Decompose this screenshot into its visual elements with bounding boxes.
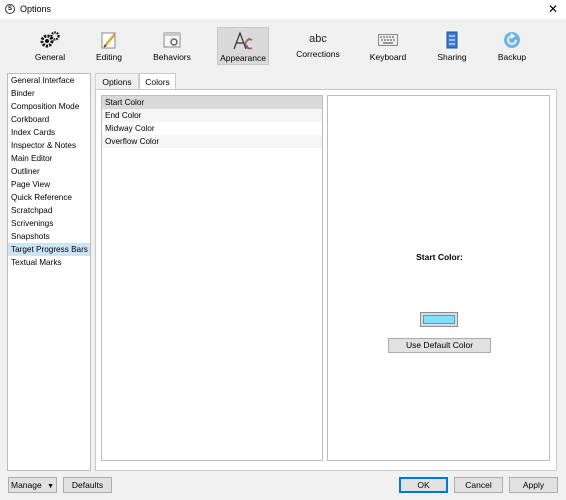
- defaults-button[interactable]: Defaults: [63, 477, 112, 493]
- toolbar-backup[interactable]: Backup: [493, 27, 531, 65]
- sidebar-item-scrivenings[interactable]: Scrivenings: [8, 217, 90, 230]
- gear-icon: [40, 31, 60, 48]
- ok-button[interactable]: OK: [399, 477, 448, 493]
- sidebar-item-quick-reference[interactable]: Quick Reference: [8, 191, 90, 204]
- pencil-paper-icon: [101, 32, 116, 49]
- use-default-color-button[interactable]: Use Default Color: [388, 338, 491, 353]
- sharing-icon: [446, 31, 458, 49]
- toolbar-general[interactable]: General: [30, 27, 70, 65]
- window-title: Options: [20, 4, 52, 14]
- sidebar-item-snapshots[interactable]: Snapshots: [8, 230, 90, 243]
- toolbar-label: General: [34, 52, 66, 62]
- toolbar-label: Corrections: [296, 49, 340, 59]
- toolbar-sharing[interactable]: Sharing: [433, 27, 471, 65]
- color-detail-panel: Start Color: Use Default Color: [327, 95, 550, 461]
- toolbar: General Editing Behaviors Appearance abc…: [0, 19, 566, 69]
- sidebar-item-outliner[interactable]: Outliner: [8, 165, 90, 178]
- toolbar-label: Editing: [96, 52, 122, 62]
- list-item-start-color[interactable]: Start Color: [102, 96, 322, 109]
- color-swatch-fill: [423, 315, 455, 324]
- sidebar-item-index-cards[interactable]: Index Cards: [8, 126, 90, 139]
- toolbar-corrections[interactable]: abc Corrections: [293, 27, 343, 65]
- abc-icon: abc: [309, 33, 327, 45]
- list-item-midway-color[interactable]: Midway Color: [102, 122, 322, 135]
- sidebar-item-target-progress-bars[interactable]: Target Progress Bars: [8, 243, 90, 256]
- sidebar-item-corkboard[interactable]: Corkboard: [8, 113, 90, 126]
- toolbar-label: Backup: [497, 52, 527, 62]
- sidebar-item-textual-marks[interactable]: Textual Marks: [8, 256, 90, 269]
- toolbar-label: Sharing: [437, 52, 467, 62]
- color-list: Start Color End Color Midway Color Overf…: [101, 95, 323, 461]
- color-detail-title: Start Color:: [416, 252, 463, 262]
- toolbar-label: Behaviors: [153, 52, 191, 62]
- tab-colors[interactable]: Colors: [139, 73, 176, 89]
- close-icon[interactable]: ✕: [548, 2, 558, 16]
- title-bar: S Options ✕: [0, 0, 566, 19]
- sidebar-item-binder[interactable]: Binder: [8, 87, 90, 100]
- sidebar-item-scratchpad[interactable]: Scratchpad: [8, 204, 90, 217]
- toolbar-label: Keyboard: [369, 52, 407, 62]
- keyboard-icon: [378, 34, 398, 46]
- cancel-button[interactable]: Cancel: [454, 477, 503, 493]
- color-swatch-button[interactable]: [420, 312, 458, 327]
- app-icon: S: [5, 4, 15, 14]
- manage-button[interactable]: Manage ▼: [8, 477, 57, 493]
- sidebar-item-general-interface[interactable]: General Interface: [8, 74, 90, 87]
- toolbar-editing[interactable]: Editing: [90, 27, 128, 65]
- sidebar: General Interface Binder Composition Mod…: [7, 73, 91, 471]
- list-item-overflow-color[interactable]: Overflow Color: [102, 135, 322, 148]
- manage-label: Manage: [10, 480, 42, 490]
- list-item-end-color[interactable]: End Color: [102, 109, 322, 122]
- apply-button[interactable]: Apply: [509, 477, 558, 493]
- sidebar-item-page-view[interactable]: Page View: [8, 178, 90, 191]
- backup-icon: [504, 32, 520, 48]
- font-color-icon: [233, 31, 253, 50]
- toolbar-keyboard[interactable]: Keyboard: [366, 27, 410, 65]
- toolbar-label: Appearance: [220, 53, 266, 63]
- dropdown-arrow-icon: ▼: [47, 483, 55, 490]
- behaviors-window-icon: [163, 32, 181, 48]
- sidebar-item-main-editor[interactable]: Main Editor: [8, 152, 90, 165]
- toolbar-behaviors[interactable]: Behaviors: [150, 27, 194, 65]
- sidebar-item-composition-mode[interactable]: Composition Mode: [8, 100, 90, 113]
- toolbar-appearance[interactable]: Appearance: [217, 27, 269, 65]
- tab-options[interactable]: Options: [95, 73, 139, 89]
- sidebar-item-inspector-notes[interactable]: Inspector & Notes: [8, 139, 90, 152]
